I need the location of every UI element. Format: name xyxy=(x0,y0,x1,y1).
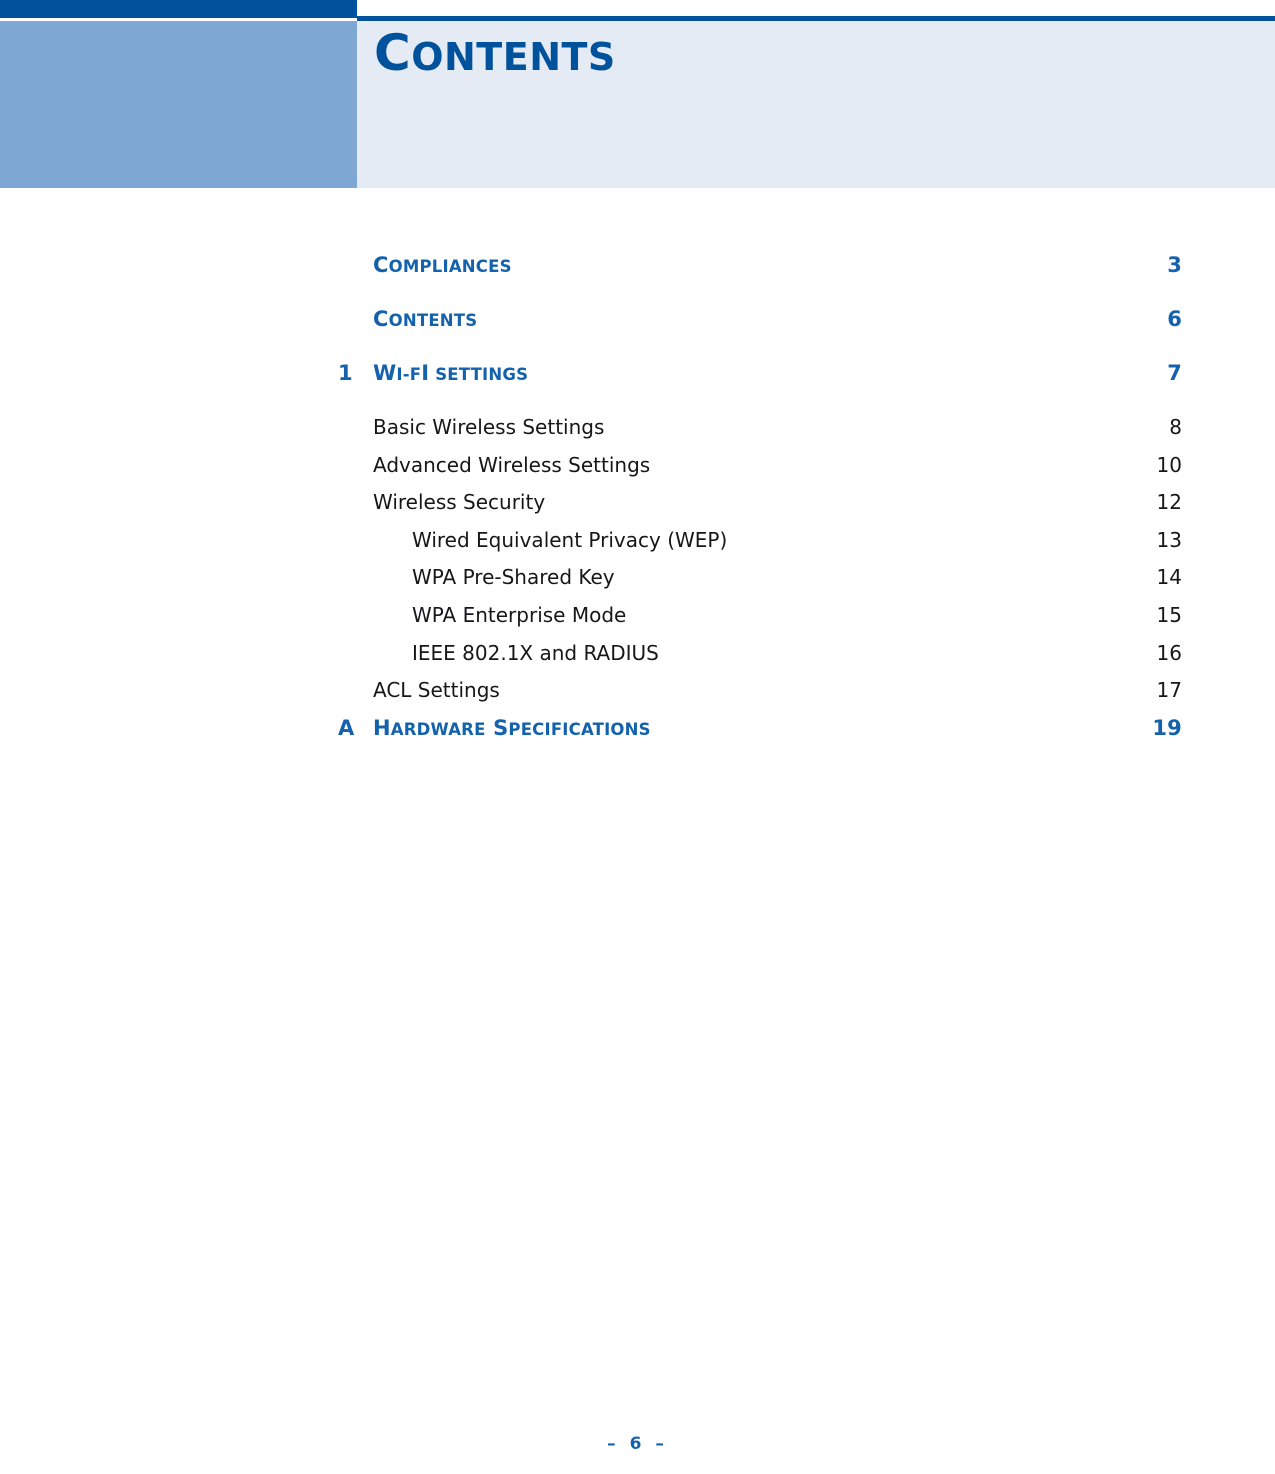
toc-entry[interactable]: A HARDWARE SPECIFICATIONS 19 xyxy=(0,715,1275,769)
toc-entry-number: 1 xyxy=(338,361,353,385)
toc-entry[interactable]: Basic Wireless Settings 8 xyxy=(0,414,1275,452)
toc-entry-label: WPA Pre-Shared Key xyxy=(412,565,615,590)
toc-entry-label: Wired Equivalent Privacy (WEP) xyxy=(412,527,728,552)
toc-entry[interactable]: Advanced Wireless Settings 10 xyxy=(0,452,1275,490)
toc-entry[interactable]: WPA Pre-Shared Key 14 xyxy=(0,564,1275,602)
page-title-rest: ONTENTS xyxy=(411,35,616,79)
toc-entry-page-number: 7 xyxy=(1167,361,1182,385)
toc-entry-label: WPA Enterprise Mode xyxy=(412,602,627,627)
toc-entry-label: Basic Wireless Settings xyxy=(373,415,605,439)
toc-entry[interactable]: IEEE 802.1X and RADIUS 16 xyxy=(0,640,1275,678)
toc-entry-page-number: 15 xyxy=(1156,602,1182,627)
page-header: CONTENTS xyxy=(0,0,1275,188)
toc-entry-page-number: 10 xyxy=(1156,452,1182,477)
toc-entry[interactable]: Wireless Security 12 xyxy=(0,489,1275,527)
toc-entry[interactable]: WPA Enterprise Mode 15 xyxy=(0,602,1275,640)
toc-entry-page-number: 17 xyxy=(1156,678,1182,703)
page-title: CONTENTS xyxy=(374,22,616,88)
toc-entry-page-number: 13 xyxy=(1156,527,1182,552)
toc-entry[interactable]: COMPLIANCES 3 xyxy=(0,252,1275,306)
toc-entry-page-number: 12 xyxy=(1156,490,1182,515)
header-dark-block xyxy=(0,0,357,18)
toc-entry-page-number: 6 xyxy=(1167,307,1182,331)
toc-entry-label: ACL Settings xyxy=(373,678,500,703)
toc-entry-label: WI-FI SETTINGS xyxy=(373,361,529,385)
toc-entry-label: CONTENTS xyxy=(373,307,478,331)
toc-entry-label: HARDWARE SPECIFICATIONS xyxy=(373,715,651,740)
toc-entry-page-number: 8 xyxy=(1169,415,1182,439)
toc-entry-page-number: 19 xyxy=(1152,715,1182,740)
header-left-panel xyxy=(0,21,357,188)
toc-entry[interactable]: Wired Equivalent Privacy (WEP) 13 xyxy=(0,527,1275,565)
toc-entry-label: Wireless Security xyxy=(373,490,546,515)
toc-entry[interactable]: ACL Settings 17 xyxy=(0,677,1275,715)
toc-entry[interactable]: 1 WI-FI SETTINGS 7 xyxy=(0,360,1275,414)
toc-entry-number: A xyxy=(338,715,355,740)
footer-page-number: – 6 – xyxy=(607,1434,668,1454)
toc-entry-label: Advanced Wireless Settings xyxy=(373,452,651,477)
toc-entry-label: IEEE 802.1X and RADIUS xyxy=(412,640,659,665)
table-of-contents: COMPLIANCES 3 CONTENTS 6 1 WI-FI SETTINGS 7 Bas… xyxy=(0,252,1275,769)
toc-entry[interactable]: CONTENTS 6 xyxy=(0,306,1275,360)
toc-entry-page-number: 16 xyxy=(1156,640,1182,665)
page-title-lead: C xyxy=(374,24,412,82)
toc-entry-page-number: 3 xyxy=(1167,253,1182,277)
toc-entry-label: COMPLIANCES xyxy=(373,253,512,277)
toc-entry-page-number: 14 xyxy=(1156,565,1182,590)
